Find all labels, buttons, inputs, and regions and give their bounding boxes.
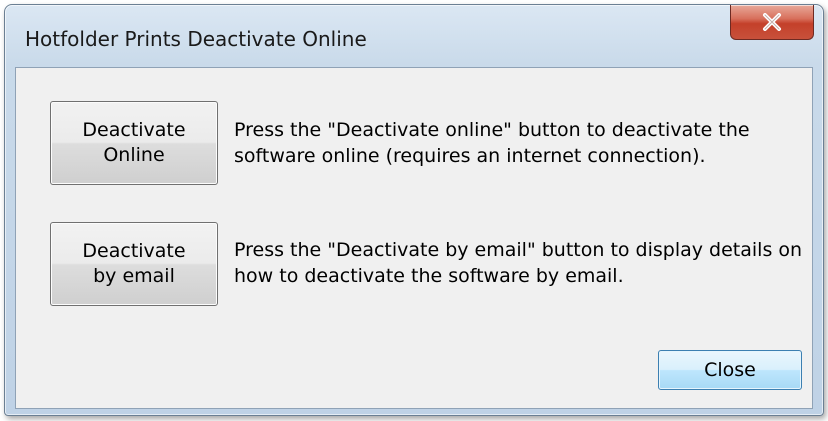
dialog-client-area: Deactivate Online Press the "Deactivate … (15, 67, 813, 409)
close-button[interactable]: Close (658, 350, 802, 390)
dialog-window: Hotfolder Prints Deactivate Online Deact… (4, 4, 824, 416)
title-bar[interactable]: Hotfolder Prints Deactivate Online (5, 5, 823, 67)
deactivate-email-label: Deactivate by email (82, 240, 186, 287)
window-close-button[interactable] (730, 5, 814, 40)
deactivate-email-button[interactable]: Deactivate by email (50, 222, 218, 306)
close-x-icon (763, 13, 781, 31)
deactivate-online-description: Press the "Deactivate online" button to … (234, 119, 750, 167)
deactivate-online-button[interactable]: Deactivate Online (50, 101, 218, 185)
window-title: Hotfolder Prints Deactivate Online (25, 27, 367, 51)
deactivate-online-label: Deactivate Online (82, 119, 186, 166)
deactivate-email-description: Press the "Deactivate by email" button t… (234, 239, 803, 287)
